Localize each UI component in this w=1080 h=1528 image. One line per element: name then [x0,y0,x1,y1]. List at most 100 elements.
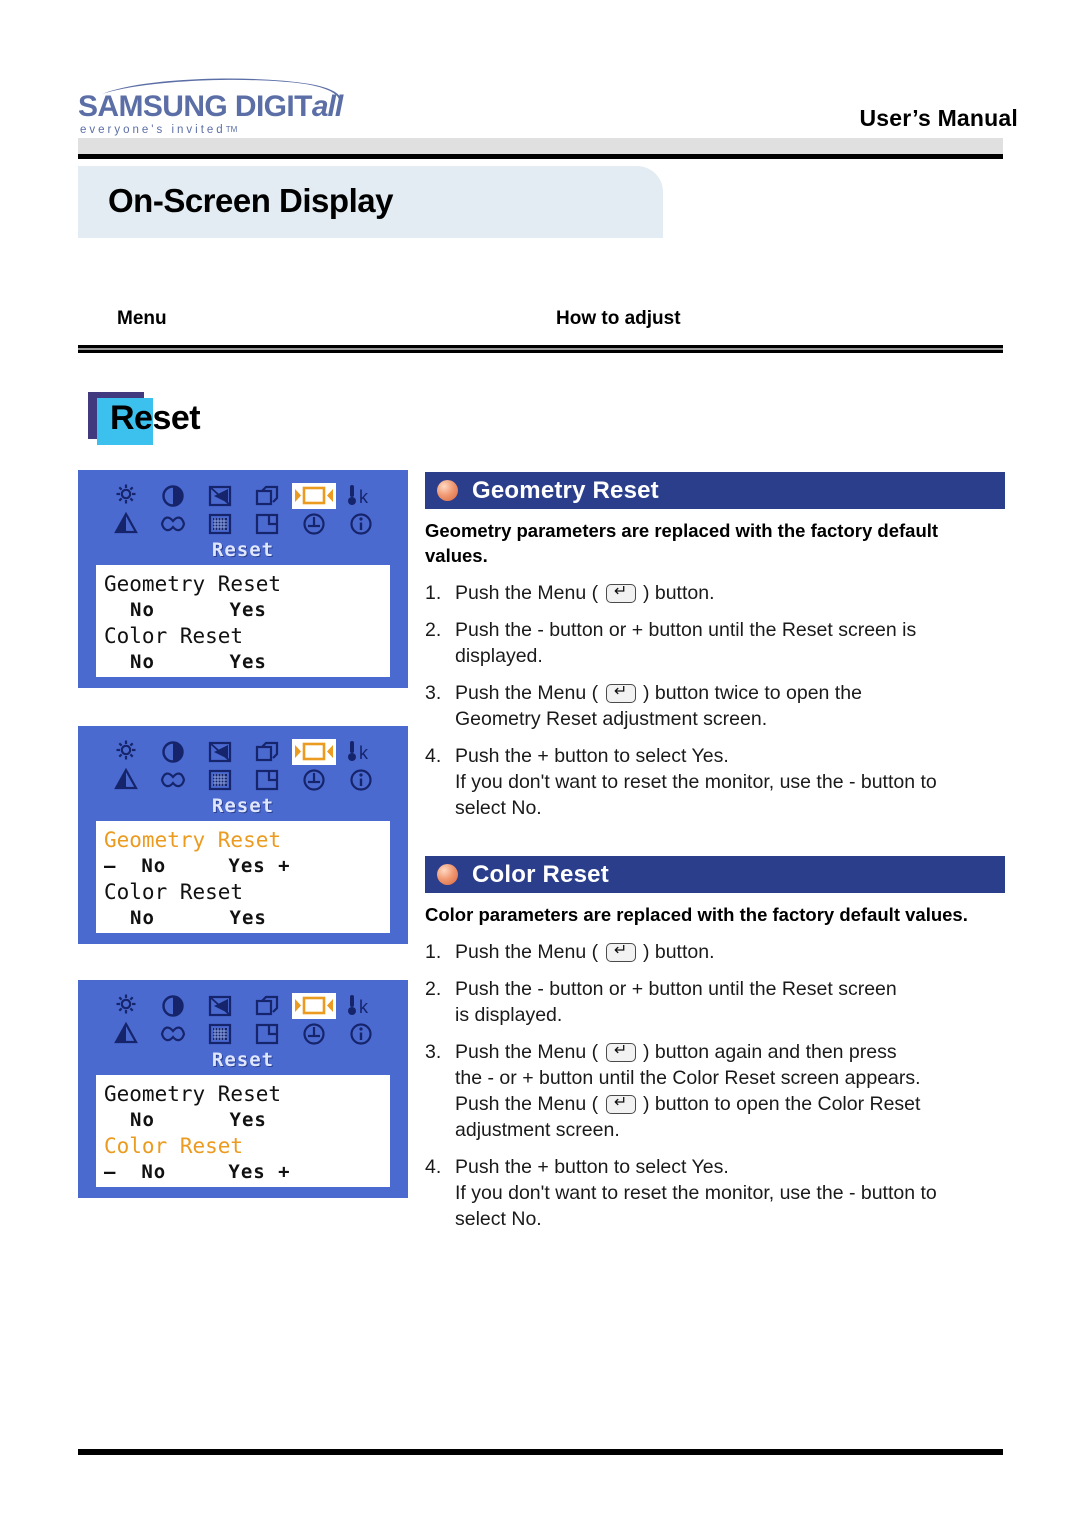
osd-title: Reset [211,1049,275,1071]
pincushion-icon[interactable] [196,738,243,766]
sharpness-icon[interactable] [102,766,149,794]
osd-line-geometry-options[interactable]: No Yes [104,1107,382,1133]
step-text-cont2: Geometry Reset adjustment screen. [455,708,768,730]
step-text: Push the + button to select Yes. [455,1156,729,1178]
trapezoid-icon[interactable] [243,482,290,510]
column-header-menu: Menu [117,308,167,329]
step-text: Push the Menu ( [455,941,599,963]
section-bar-color-reset: Color Reset [425,856,1005,893]
moire-icon[interactable] [196,510,243,538]
osd-panel-default: k Reset Geometry Reset No Yes Color Rese… [78,470,408,688]
rotation-icon[interactable] [290,1020,337,1048]
step-text-cont4: ) button to open the Color Reset [642,1093,921,1115]
information-icon[interactable] [337,1020,384,1048]
osd-line-geometry-reset[interactable]: Geometry Reset [104,827,382,853]
osd-title: Reset [211,795,275,817]
osd-icon-grid: k [102,738,412,794]
pincushion-icon[interactable] [196,992,243,1020]
steps-geometry-reset: 1. Push the Menu ( ) button. 2. Push the… [425,580,1005,821]
parallelogram-icon[interactable] [243,510,290,538]
section-geometry-reset: Geometry Reset Geometry parameters are r… [425,472,1005,832]
step-text: Push the Menu ( [455,682,599,704]
trapezoid-icon[interactable] [243,738,290,766]
step-number: 3. [425,1041,442,1063]
color-temperature-icon[interactable]: k [337,738,384,766]
osd-panel-geometry-selected: k Reset Geometry Reset – No Yes + Color … [78,726,408,944]
information-icon[interactable] [337,766,384,794]
step-item: 4. Push the + button to select Yes. If y… [425,1154,1005,1232]
osd-line-geometry-reset[interactable]: Geometry Reset [104,571,382,597]
osd-line-geometry-options[interactable]: – No Yes + [104,853,382,879]
rotation-icon[interactable] [290,510,337,538]
menu-button-icon[interactable] [605,1041,636,1062]
brightness-icon[interactable] [102,992,149,1020]
trapezoid-icon[interactable] [243,992,290,1020]
menu-button-icon[interactable] [605,941,636,962]
osd-line-color-reset[interactable]: Color Reset [104,1133,382,1159]
step-number: 3. [425,682,442,704]
sharpness-icon[interactable] [102,1020,149,1048]
pincushion-icon[interactable] [196,482,243,510]
parallelogram-icon[interactable] [243,766,290,794]
step-text-cont: ) button. [642,941,715,963]
bullet-sphere-icon [437,480,458,501]
column-header-how-to-adjust: How to adjust [556,308,681,329]
color-temperature-icon[interactable]: k [337,992,384,1020]
manual-page: SAMSUNG DIGITall everyone's invitedTM Us… [0,0,1080,1528]
moire-icon[interactable] [196,1020,243,1048]
brand-wordmark-main: SAMSUNG DIGIT [78,90,312,123]
step-number: 4. [425,745,442,767]
osd-line-color-options[interactable]: No Yes [104,649,382,675]
svg-text:k: k [359,487,369,507]
moire-icon[interactable] [196,766,243,794]
header-grey-bar [78,138,1003,154]
step-text-cont: ) button twice to open the [642,682,862,704]
position-size-icon[interactable] [290,482,337,510]
osd-icon-row-1: k [102,738,412,766]
brand-wordmark: SAMSUNG DIGITall [78,90,343,124]
pillow-balance-icon[interactable] [149,1020,196,1048]
contrast-icon[interactable] [149,992,196,1020]
sharpness-icon[interactable] [102,510,149,538]
osd-line-color-reset[interactable]: Color Reset [104,623,382,649]
step-text-cont2: the - or + button until the Color Reset … [455,1067,921,1089]
rotation-icon[interactable] [290,766,337,794]
manual-title: User’s Manual [859,105,1018,131]
osd-line-color-options[interactable]: No Yes [104,905,382,931]
step-item: 2. Push the - button or + button until t… [425,617,1005,669]
pillow-balance-icon[interactable] [149,510,196,538]
osd-line-color-reset[interactable]: Color Reset [104,879,382,905]
section-color-reset: Color Reset Color parameters are replace… [425,856,1005,1243]
brand-wordmark-italic: all [311,90,343,123]
menu-button-icon[interactable] [605,682,636,703]
osd-icon-grid: k [102,482,412,538]
contrast-icon[interactable] [149,738,196,766]
osd-line-geometry-reset[interactable]: Geometry Reset [104,1081,382,1107]
step-number: 1. [425,582,442,604]
pillow-balance-icon[interactable] [149,766,196,794]
section-title-color-reset: Color Reset [472,860,609,888]
contrast-icon[interactable] [149,482,196,510]
step-item: 1. Push the Menu ( ) button. [425,580,1005,606]
osd-icon-row-2 [102,1020,412,1048]
color-temperature-icon[interactable]: k [337,482,384,510]
parallelogram-icon[interactable] [243,1020,290,1048]
osd-line-geometry-options[interactable]: No Yes [104,597,382,623]
menu-button-icon[interactable] [605,582,636,603]
menu-button-icon[interactable] [605,1093,636,1114]
step-number: 1. [425,941,442,963]
step-text: Push the - button or + button until the … [455,619,917,641]
brand-tagline: everyone's invitedTM [80,124,238,136]
position-size-icon[interactable] [290,738,337,766]
page-title: On-Screen Display [108,182,393,219]
position-size-icon[interactable] [290,992,337,1020]
osd-line-color-options[interactable]: – No Yes + [104,1159,382,1185]
section-title-geometry-reset: Geometry Reset [472,476,659,504]
osd-icon-grid: k [102,992,412,1048]
information-icon[interactable] [337,510,384,538]
step-item: 2. Push the - button or + button until t… [425,976,1005,1028]
step-text-cont: displayed. [455,645,543,667]
brightness-icon[interactable] [102,482,149,510]
brightness-icon[interactable] [102,738,149,766]
step-text: Push the + button to select Yes. [455,745,729,767]
